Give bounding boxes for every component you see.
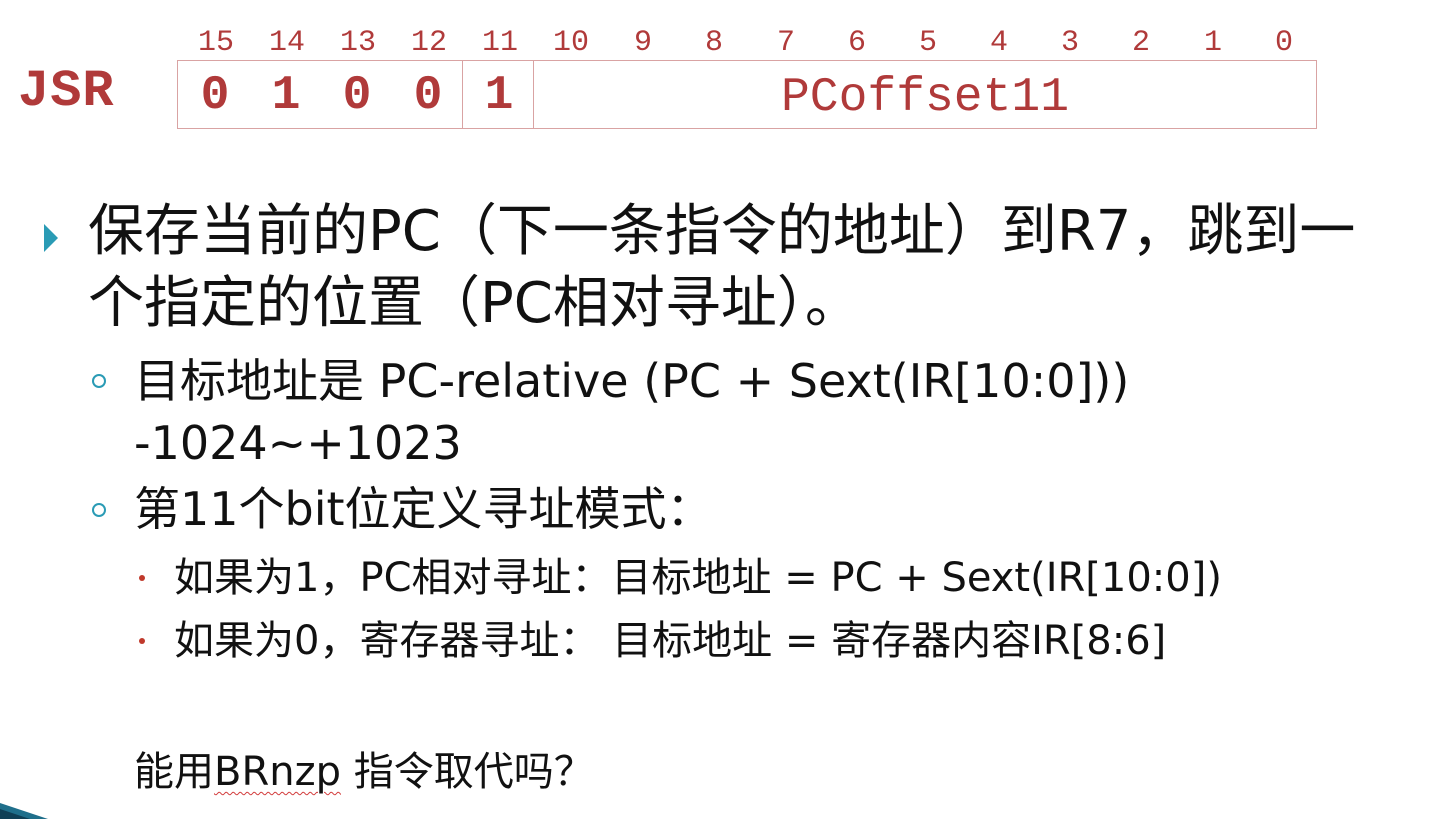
bit-number: 5 [918, 26, 937, 60]
bit-number: 11 [481, 26, 518, 60]
bit-number: 1 [1203, 26, 1222, 60]
bit-number: 7 [776, 26, 795, 60]
bit-number: 9 [633, 26, 652, 60]
bit-number: 6 [847, 26, 866, 60]
bit-number: 4 [989, 26, 1008, 60]
bit-number: 10 [552, 26, 589, 60]
instruction-encoding-box: 0 1 0 0 1 PCoffset11 [177, 60, 1317, 129]
bullet-arrow-icon [44, 224, 58, 252]
bullet-dot-icon [139, 638, 145, 644]
mode-bit: 1 [484, 69, 514, 123]
question-text: 能用BRnzp 指令取代吗？ [134, 744, 594, 800]
bullet-circle-icon [92, 503, 106, 517]
pcoffset-field: PCoffset11 [780, 71, 1070, 125]
bit-number: 15 [197, 26, 234, 60]
corner-decoration-icon [0, 803, 48, 819]
opcode-bit: 0 [342, 69, 372, 123]
opcode-bit: 1 [271, 69, 301, 123]
opcode-name: JSR [18, 62, 115, 121]
bit-number: 8 [704, 26, 723, 60]
addressing-mode-text: 第11个bit位定义寻址模式： [134, 482, 713, 536]
mode-0-text: 如果为0，寄存器寻址： 目标地址 = 寄存器内容IR[8:6] [174, 618, 1167, 664]
bit-number: 14 [268, 26, 305, 60]
bit-number: 2 [1131, 26, 1150, 60]
mode-1-text: 如果为1，PC相对寻址：目标地址 = PC + Sext(IR[10:0]) [174, 555, 1222, 601]
main-bullet-text: 保存当前的PC（下一条指令的地址）到R7，跳到一个指定的位置（PC相对寻址）。 [88, 199, 1356, 336]
opcode-bit: 0 [413, 69, 443, 123]
bit-number: 12 [410, 26, 447, 60]
slide: 15 14 13 12 11 10 9 8 7 6 5 4 3 2 1 0 JS… [0, 0, 1453, 819]
bullet-dot-icon [139, 575, 145, 581]
opcode-bit: 0 [200, 69, 230, 123]
bit-number: 13 [339, 26, 376, 60]
bullet-circle-icon [92, 374, 106, 388]
question-prefix: 能用 [134, 749, 214, 795]
spellcheck-word: BRnzp [214, 749, 341, 795]
question-suffix: 指令取代吗？ [340, 749, 594, 795]
bit-number: 0 [1274, 26, 1293, 60]
bit-number: 3 [1060, 26, 1079, 60]
target-address-text: 目标地址是 PC-relative (PC + Sext(IR[10:0])) … [134, 354, 1130, 470]
